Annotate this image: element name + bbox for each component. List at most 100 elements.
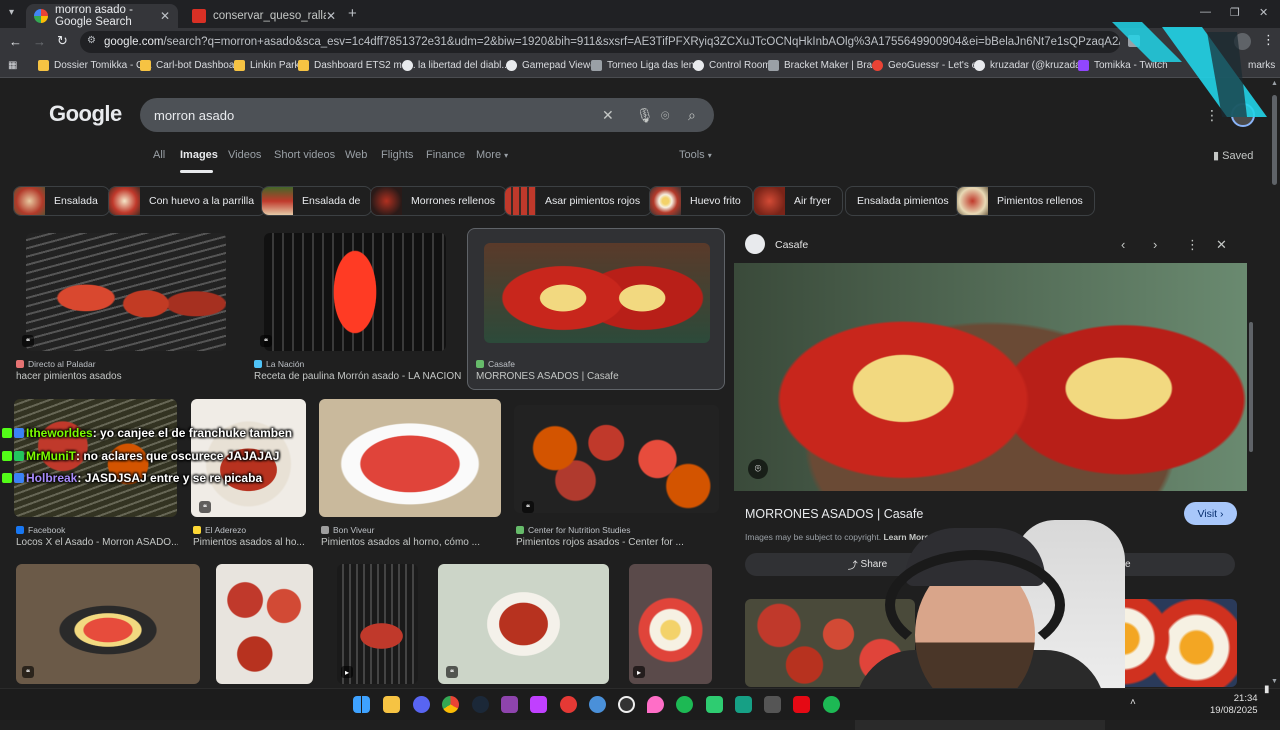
search-input[interactable]: morron asado [140,98,714,132]
image-result[interactable] [216,564,313,684]
result-title[interactable]: MORRONES ASADOS | Casafe [476,371,619,382]
bookmark-item[interactable]: Dashboard ETS2 mo... [298,60,416,71]
terminal-icon[interactable] [764,696,781,713]
result-image[interactable] [264,233,446,351]
steam-icon[interactable] [472,696,489,713]
close-icon[interactable]: ✕ [326,9,336,23]
result-image[interactable] [319,399,501,517]
preview-image[interactable]: ⌾ [734,263,1247,491]
tab-image-file[interactable]: conservar_queso_rallado.jpg (1( ✕ [184,4,344,28]
media-app-icon[interactable] [706,696,723,713]
minimize-icon[interactable]: — [1200,6,1211,18]
image-result[interactable]: ▸ [337,564,418,684]
tab-videos[interactable]: Videos [228,149,261,161]
obs-icon[interactable] [618,696,635,713]
result-image[interactable] [26,233,226,351]
system-clock[interactable]: 21:34 19/08/2025 [1210,693,1258,717]
tab-all[interactable]: All [153,149,165,161]
image-result[interactable]: Bon Viveur Pimientos asados al horno, có… [319,399,501,549]
file-explorer-icon[interactable] [383,696,400,713]
bookmark-item[interactable]: Dossier Tomikka - G... [38,60,152,71]
lens-search-icon[interactable]: ⌾ [748,459,768,479]
more-options-icon[interactable]: ⋮ [1186,237,1199,253]
page-scrollbar-thumb[interactable] [1272,95,1277,185]
result-title[interactable]: Pimientos asados al horno, cómo ... [321,537,501,548]
scroll-down-icon[interactable]: ▼ [1271,678,1278,685]
result-image[interactable] [484,243,710,343]
forward-icon[interactable]: → [33,34,46,49]
apps-grid-icon[interactable]: ▦ [8,60,17,71]
search-icon[interactable]: ⌕ [688,107,696,124]
bookmark-item[interactable]: GeoGuessr - Let's e... [872,60,986,71]
chip-pimientos-rellenos[interactable]: Pimientos rellenos [956,186,1095,216]
spotify-alt-icon[interactable] [823,696,840,713]
chip-ensalada[interactable]: Ensalada [13,186,110,216]
result-image[interactable] [438,564,609,684]
tab-web[interactable]: Web [345,149,367,161]
ldb-app-icon[interactable] [589,696,606,713]
restore-icon[interactable]: ❐ [1230,6,1240,19]
chrome-icon[interactable] [442,696,459,713]
obsidian-icon[interactable] [530,696,547,713]
chip-ensalada-de[interactable]: Ensalada de [261,186,373,216]
microphone-icon[interactable]: 🎙 [636,107,654,124]
lens-icon[interactable]: ⌾ [661,107,669,124]
back-icon[interactable]: ← [9,34,22,49]
result-title[interactable]: Locos X el Asado - Morron ASADO... [16,537,178,548]
clear-icon[interactable]: ✕ [602,107,614,124]
result-title[interactable]: Pimientos rojos asados - Center for ... [516,537,721,548]
tray-overflow-icon[interactable]: ˄ [1130,697,1136,708]
bookmark-item[interactable]: Linkin Park [234,60,299,71]
tab-google-search[interactable]: morron asado - Google Search ✕ [26,4,178,28]
chip-asar-pimientos[interactable]: Asar pimientos rojos [504,186,653,216]
chip-ensalada-pimientos[interactable]: Ensalada pimientos [845,186,961,216]
tab-more[interactable]: More ▾ [476,149,508,161]
tray-app-icon[interactable] [735,696,752,713]
result-image[interactable] [216,564,313,684]
gamepad-app-icon[interactable] [501,696,518,713]
tab-search-icon[interactable]: ▾ [9,7,14,18]
close-icon[interactable]: ✕ [160,9,170,23]
chip-con-huevo[interactable]: Con huevo a la parrilla [108,186,267,216]
result-title[interactable]: Pimientos asados al ho... [193,537,308,548]
chip-huevo-frito[interactable]: Huevo frito [649,186,753,216]
tab-flights[interactable]: Flights [381,149,413,161]
image-result[interactable]: ❝ Directo al Paladar hacer pimientos asa… [16,233,236,383]
bookmark-item[interactable]: kruzadar (@kruzada... [974,60,1089,71]
tools-button[interactable]: Tools ▾ [679,149,712,161]
preview-scrollbar[interactable] [1249,322,1253,452]
bookmark-item[interactable]: Control Room [693,60,771,71]
netflix-app-icon[interactable] [793,696,810,713]
start-button-icon[interactable] [353,696,370,713]
tab-images[interactable]: Images [180,149,218,161]
image-result[interactable]: ▸ [629,564,712,684]
spotify-icon[interactable] [676,696,693,713]
tab-finance[interactable]: Finance [426,149,465,161]
image-result[interactable]: ❝ [438,564,609,684]
chip-air-fryer[interactable]: Air fryer [753,186,843,216]
new-tab-button[interactable]: + [348,5,357,22]
site-info-icon[interactable]: ⚙ [87,35,96,46]
reload-icon[interactable]: ↻ [57,33,68,49]
visit-button[interactable]: Visit › [1184,502,1237,525]
preview-site-name[interactable]: Casafe [775,239,808,251]
result-image[interactable] [16,564,200,684]
result-image[interactable] [514,405,719,513]
window-close-icon[interactable]: ✕ [1259,6,1268,19]
bookmark-item[interactable]: Carl-bot Dashboard [140,60,243,71]
next-icon[interactable]: › [1153,237,1157,252]
close-preview-icon[interactable]: ✕ [1216,237,1227,253]
bookmark-item[interactable]: Torneo Liga das len... [591,60,703,71]
saved-button[interactable]: ▮ Saved [1213,149,1253,162]
address-bar[interactable]: ⚙ google.com/search?q=morron+asado&sca_e… [80,31,1120,53]
image-result[interactable]: ❝ La Nación Receta de paulina Morrón asa… [254,233,464,383]
scroll-up-icon[interactable]: ▲ [1271,80,1278,87]
recorder-icon[interactable] [560,696,577,713]
bookmark-item[interactable]: la libertad del diabl... [402,60,510,71]
image-result[interactable]: ❝ Center for Nutrition Studies Pimientos… [514,399,721,549]
bookmark-item[interactable]: Bracket Maker | Bra... [768,60,881,71]
previous-icon[interactable]: ‹ [1121,237,1125,252]
bookmark-item[interactable]: Gamepad Viewer [506,60,599,71]
result-title[interactable]: hacer pimientos asados [16,371,236,382]
result-title[interactable]: Receta de paulina Morrón asado - LA NACI… [254,371,464,382]
